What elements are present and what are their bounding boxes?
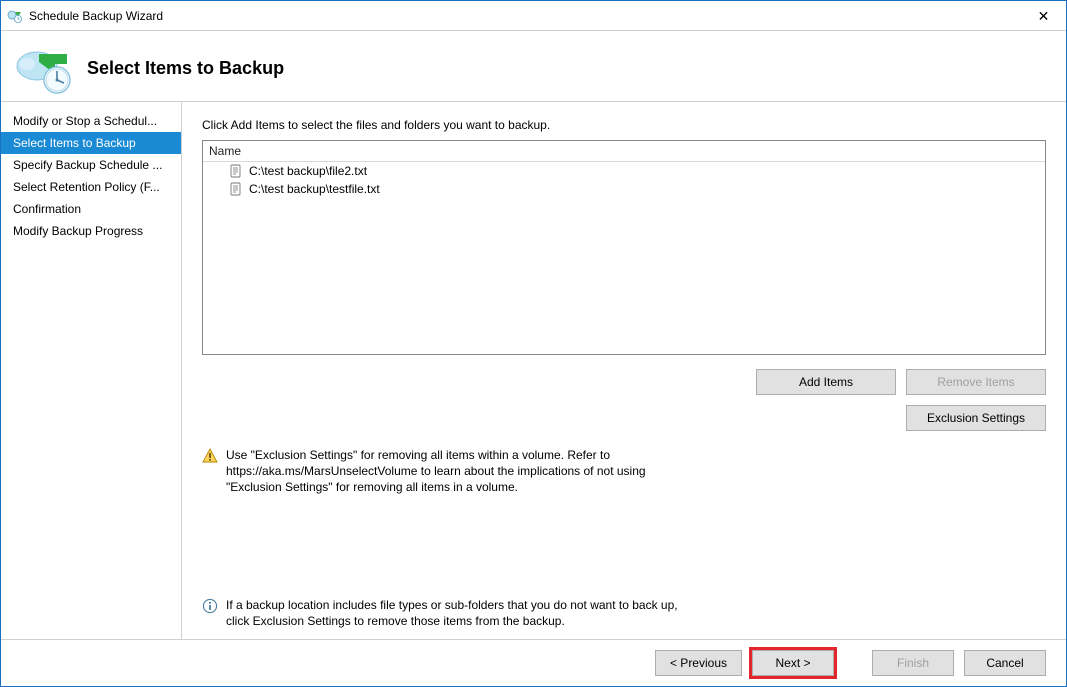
sidebar-item-modify-stop[interactable]: Modify or Stop a Schedul... bbox=[1, 110, 181, 132]
page-title: Select Items to Backup bbox=[87, 58, 284, 79]
app-icon bbox=[7, 8, 23, 24]
wizard-icon bbox=[13, 40, 77, 96]
close-icon: ✕ bbox=[1038, 9, 1050, 23]
info-block: If a backup location includes file types… bbox=[202, 577, 1046, 629]
remove-items-button: Remove Items bbox=[906, 369, 1046, 395]
list-header-name: Name bbox=[203, 141, 1045, 162]
warning-icon bbox=[202, 448, 218, 464]
warning-block: Use "Exclusion Settings" for removing al… bbox=[202, 447, 1046, 496]
info-text: If a backup location includes file types… bbox=[226, 597, 686, 629]
info-icon bbox=[202, 598, 218, 614]
next-button[interactable]: Next > bbox=[752, 650, 834, 676]
sidebar-item-confirmation[interactable]: Confirmation bbox=[1, 198, 181, 220]
item-buttons-row1: Add Items Remove Items bbox=[202, 369, 1046, 395]
sidebar-item-specify-schedule[interactable]: Specify Backup Schedule ... bbox=[1, 154, 181, 176]
sidebar-item-select-items[interactable]: Select Items to Backup bbox=[1, 132, 181, 154]
body: Modify or Stop a Schedul... Select Items… bbox=[1, 101, 1066, 639]
content: Click Add Items to select the files and … bbox=[182, 102, 1066, 639]
sidebar-item-modify-progress[interactable]: Modify Backup Progress bbox=[1, 220, 181, 242]
footer: < Previous Next > Finish Cancel bbox=[1, 639, 1066, 686]
close-button[interactable]: ✕ bbox=[1021, 1, 1066, 30]
finish-button: Finish bbox=[872, 650, 954, 676]
list-item[interactable]: C:\test backup\file2.txt bbox=[203, 162, 1045, 180]
add-items-button[interactable]: Add Items bbox=[756, 369, 896, 395]
window-title: Schedule Backup Wizard bbox=[29, 9, 163, 23]
wizard-window: Schedule Backup Wizard ✕ Select Items to… bbox=[0, 0, 1067, 687]
file-icon bbox=[229, 182, 243, 196]
items-listbox[interactable]: Name C:\test backup\file2.txt bbox=[202, 140, 1046, 355]
cancel-button[interactable]: Cancel bbox=[964, 650, 1046, 676]
list-item[interactable]: C:\test backup\testfile.txt bbox=[203, 180, 1045, 198]
list-item-label: C:\test backup\file2.txt bbox=[249, 164, 367, 178]
instruction-text: Click Add Items to select the files and … bbox=[202, 118, 1046, 132]
sidebar-item-retention-policy[interactable]: Select Retention Policy (F... bbox=[1, 176, 181, 198]
titlebar: Schedule Backup Wizard ✕ bbox=[1, 1, 1066, 31]
warning-text: Use "Exclusion Settings" for removing al… bbox=[226, 447, 686, 496]
list-item-label: C:\test backup\testfile.txt bbox=[249, 182, 380, 196]
exclusion-settings-button[interactable]: Exclusion Settings bbox=[906, 405, 1046, 431]
previous-button[interactable]: < Previous bbox=[655, 650, 742, 676]
sidebar: Modify or Stop a Schedul... Select Items… bbox=[1, 102, 182, 639]
item-buttons-row2: Exclusion Settings bbox=[202, 405, 1046, 431]
header: Select Items to Backup bbox=[1, 31, 1066, 101]
file-icon bbox=[229, 164, 243, 178]
